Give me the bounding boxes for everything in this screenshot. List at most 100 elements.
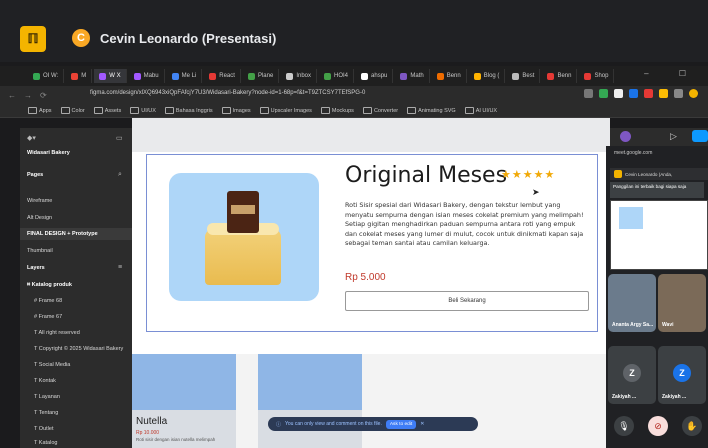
present-icon[interactable]: ▷ bbox=[670, 131, 677, 142]
tab-favicon-icon bbox=[400, 72, 408, 80]
layer-item[interactable]: T Outlet bbox=[34, 426, 53, 432]
browser-tab[interactable]: M bbox=[66, 69, 93, 83]
bookmark-item[interactable]: UI/UX bbox=[130, 107, 156, 114]
layer-item[interactable]: T Social Media bbox=[34, 362, 70, 368]
meet-logo-icon: ℿ bbox=[20, 26, 46, 52]
browser-tab[interactable]: ahspu bbox=[356, 69, 394, 83]
browser-tab-strip: OI W: M W X Mabu Me Li React Plane Inbox… bbox=[0, 66, 708, 86]
browser-tab[interactable]: Plane bbox=[243, 69, 280, 83]
participant-avatar: Z bbox=[623, 364, 641, 382]
participant-tile[interactable]: Wavi bbox=[658, 274, 706, 332]
extension-icon[interactable] bbox=[599, 89, 608, 98]
page-item[interactable]: Wireframe bbox=[27, 198, 52, 204]
file-name[interactable]: Widasari Bakery bbox=[27, 150, 70, 156]
product-detail-frame[interactable]: Original Meses ★★★★★ ➤ Roti Sisir spesia… bbox=[146, 154, 598, 332]
raise-hand-icon[interactable]: ✋ bbox=[682, 416, 702, 436]
browser-tab[interactable]: Benn bbox=[542, 69, 578, 83]
layer-item[interactable]: T Katalog bbox=[34, 440, 57, 446]
presenter-title: Cevin Leonardo (Presentasi) bbox=[100, 31, 277, 46]
browser-tab[interactable]: Math bbox=[395, 69, 430, 83]
url-field[interactable]: figma.com/design/xlXQ6943xiQpFAfcjY7U3/W… bbox=[90, 90, 365, 96]
tab-favicon-icon bbox=[361, 72, 369, 80]
presenter-avatar: C bbox=[72, 29, 90, 47]
layer-item[interactable]: ⌗ Katalog produk bbox=[27, 282, 72, 289]
product-card-desc: Roti sisir dengan isian nutella melimpah bbox=[136, 437, 216, 442]
back-icon[interactable]: ← bbox=[8, 91, 16, 100]
toast-text: You can only view and comment on this fi… bbox=[285, 421, 382, 427]
browser-tab[interactable]: React bbox=[204, 69, 241, 83]
browser-tab[interactable]: Inbox bbox=[281, 69, 317, 83]
extension-icon[interactable] bbox=[644, 89, 653, 98]
layer-item[interactable]: # Frame 68 bbox=[34, 298, 62, 304]
layer-item[interactable]: T Kontak bbox=[34, 378, 56, 384]
ask-to-edit-button[interactable]: Ask to edit bbox=[385, 419, 417, 429]
bookmark-item[interactable]: Converter bbox=[363, 107, 398, 114]
bookmark-item[interactable]: Animating SVG bbox=[407, 107, 456, 114]
meet-side-panel: meet.google.com Cevin Leonardo (Anda, Pa… bbox=[606, 146, 708, 448]
microphone-icon[interactable]: 🎙 bbox=[614, 416, 634, 436]
bookmark-item[interactable]: Bahasa Inggris bbox=[165, 107, 213, 114]
layer-item[interactable]: # Frame 67 bbox=[34, 314, 62, 320]
browser-tab[interactable]: Benn bbox=[432, 69, 467, 83]
star-icon[interactable] bbox=[584, 89, 593, 98]
participant-tile[interactable]: Z Zakiyah ... bbox=[608, 346, 656, 404]
bookmark-item[interactable]: AI UI/UX bbox=[465, 107, 497, 114]
bread-shape bbox=[205, 229, 281, 285]
forward-icon[interactable]: → bbox=[24, 91, 32, 100]
mouse-cursor-icon: ➤ bbox=[532, 187, 540, 197]
product-card[interactable]: Nutella Rp 10.000 Roti sisir dengan isia… bbox=[132, 354, 236, 448]
browser-tab[interactable]: HOI4 bbox=[319, 69, 355, 83]
collaborator-avatar[interactable] bbox=[620, 131, 631, 142]
page-item-selected[interactable]: FINAL DESIGN + Prototype bbox=[20, 228, 132, 240]
layer-item[interactable]: T All right reserved bbox=[34, 330, 80, 336]
extension-icon[interactable] bbox=[659, 89, 668, 98]
extension-icon[interactable] bbox=[674, 89, 683, 98]
browser-tab[interactable]: OI W: bbox=[28, 69, 65, 83]
tab-favicon-icon bbox=[133, 72, 141, 80]
extension-icon[interactable] bbox=[629, 89, 638, 98]
browser-tab[interactable]: Best bbox=[507, 69, 541, 83]
figma-left-panel: ◆▾ ▭ Widasari Bakery Pages ⌕ Wireframe A… bbox=[20, 128, 132, 448]
tab-favicon-icon bbox=[247, 72, 255, 80]
search-icon[interactable]: ⌕ bbox=[118, 171, 122, 179]
profile-icon[interactable] bbox=[689, 89, 698, 98]
reload-icon[interactable]: ⟳ bbox=[40, 91, 47, 100]
presentation-thumbnail[interactable] bbox=[610, 200, 708, 270]
bookmark-item[interactable]: Apps bbox=[28, 107, 52, 114]
page-item[interactable]: Alt Design bbox=[27, 215, 52, 221]
bookmark-item[interactable]: Images bbox=[222, 107, 251, 114]
tooltip: Panggilan ini terbaik bagi siapa saja bbox=[610, 182, 704, 198]
participant-tile[interactable]: Z Zakiyah ... bbox=[658, 346, 706, 404]
participant-tile[interactable]: Ananta Argy Sa... bbox=[608, 274, 656, 332]
browser-tab[interactable]: Me Li bbox=[167, 69, 203, 83]
bookmark-item[interactable]: Mockups bbox=[321, 107, 354, 114]
bookmark-item[interactable]: Color bbox=[61, 107, 85, 114]
layer-item[interactable]: T Tentang bbox=[34, 410, 58, 416]
browser-tab[interactable]: Mabu bbox=[129, 69, 165, 83]
page-item[interactable]: Thumbnail bbox=[27, 248, 53, 254]
layer-item[interactable]: T Copyright © 2025 Widasari Bakery bbox=[34, 346, 132, 352]
figma-canvas[interactable]: Nutella Rp 10.000 Roti sisir dengan isia… bbox=[132, 118, 610, 448]
layers-options-icon[interactable]: ≡ bbox=[118, 264, 122, 271]
sidebar-toggle-icon[interactable]: ▭ bbox=[116, 134, 123, 142]
tab-favicon-icon bbox=[547, 72, 555, 80]
bookmark-item[interactable]: Upscaler Images bbox=[260, 107, 312, 114]
browser-tab-active[interactable]: W X bbox=[94, 69, 127, 83]
layer-item[interactable]: T Layanan bbox=[34, 394, 60, 400]
bookmark-item[interactable]: Assets bbox=[94, 107, 122, 114]
thumbnail-product-image bbox=[619, 207, 643, 229]
close-icon[interactable]: ✕ bbox=[420, 421, 424, 427]
view-only-toast: ⓘ You can only view and comment on this … bbox=[268, 417, 478, 431]
camera-off-icon[interactable]: ⊘ bbox=[648, 416, 668, 436]
info-icon: ⓘ bbox=[276, 421, 282, 428]
buy-now-button[interactable]: Beli Sekarang bbox=[345, 291, 589, 311]
product-card[interactable] bbox=[258, 354, 362, 448]
tab-favicon-icon bbox=[436, 72, 444, 80]
figma-top-right: ▷ bbox=[610, 128, 708, 146]
share-button[interactable] bbox=[692, 130, 708, 142]
window-controls[interactable]: – ☐ bbox=[644, 69, 700, 78]
browser-tab[interactable]: Blog ( bbox=[469, 69, 506, 83]
extension-icon[interactable] bbox=[614, 89, 623, 98]
browser-tab[interactable]: Shop bbox=[579, 69, 615, 83]
figma-menu-icon[interactable]: ◆▾ bbox=[27, 134, 36, 142]
